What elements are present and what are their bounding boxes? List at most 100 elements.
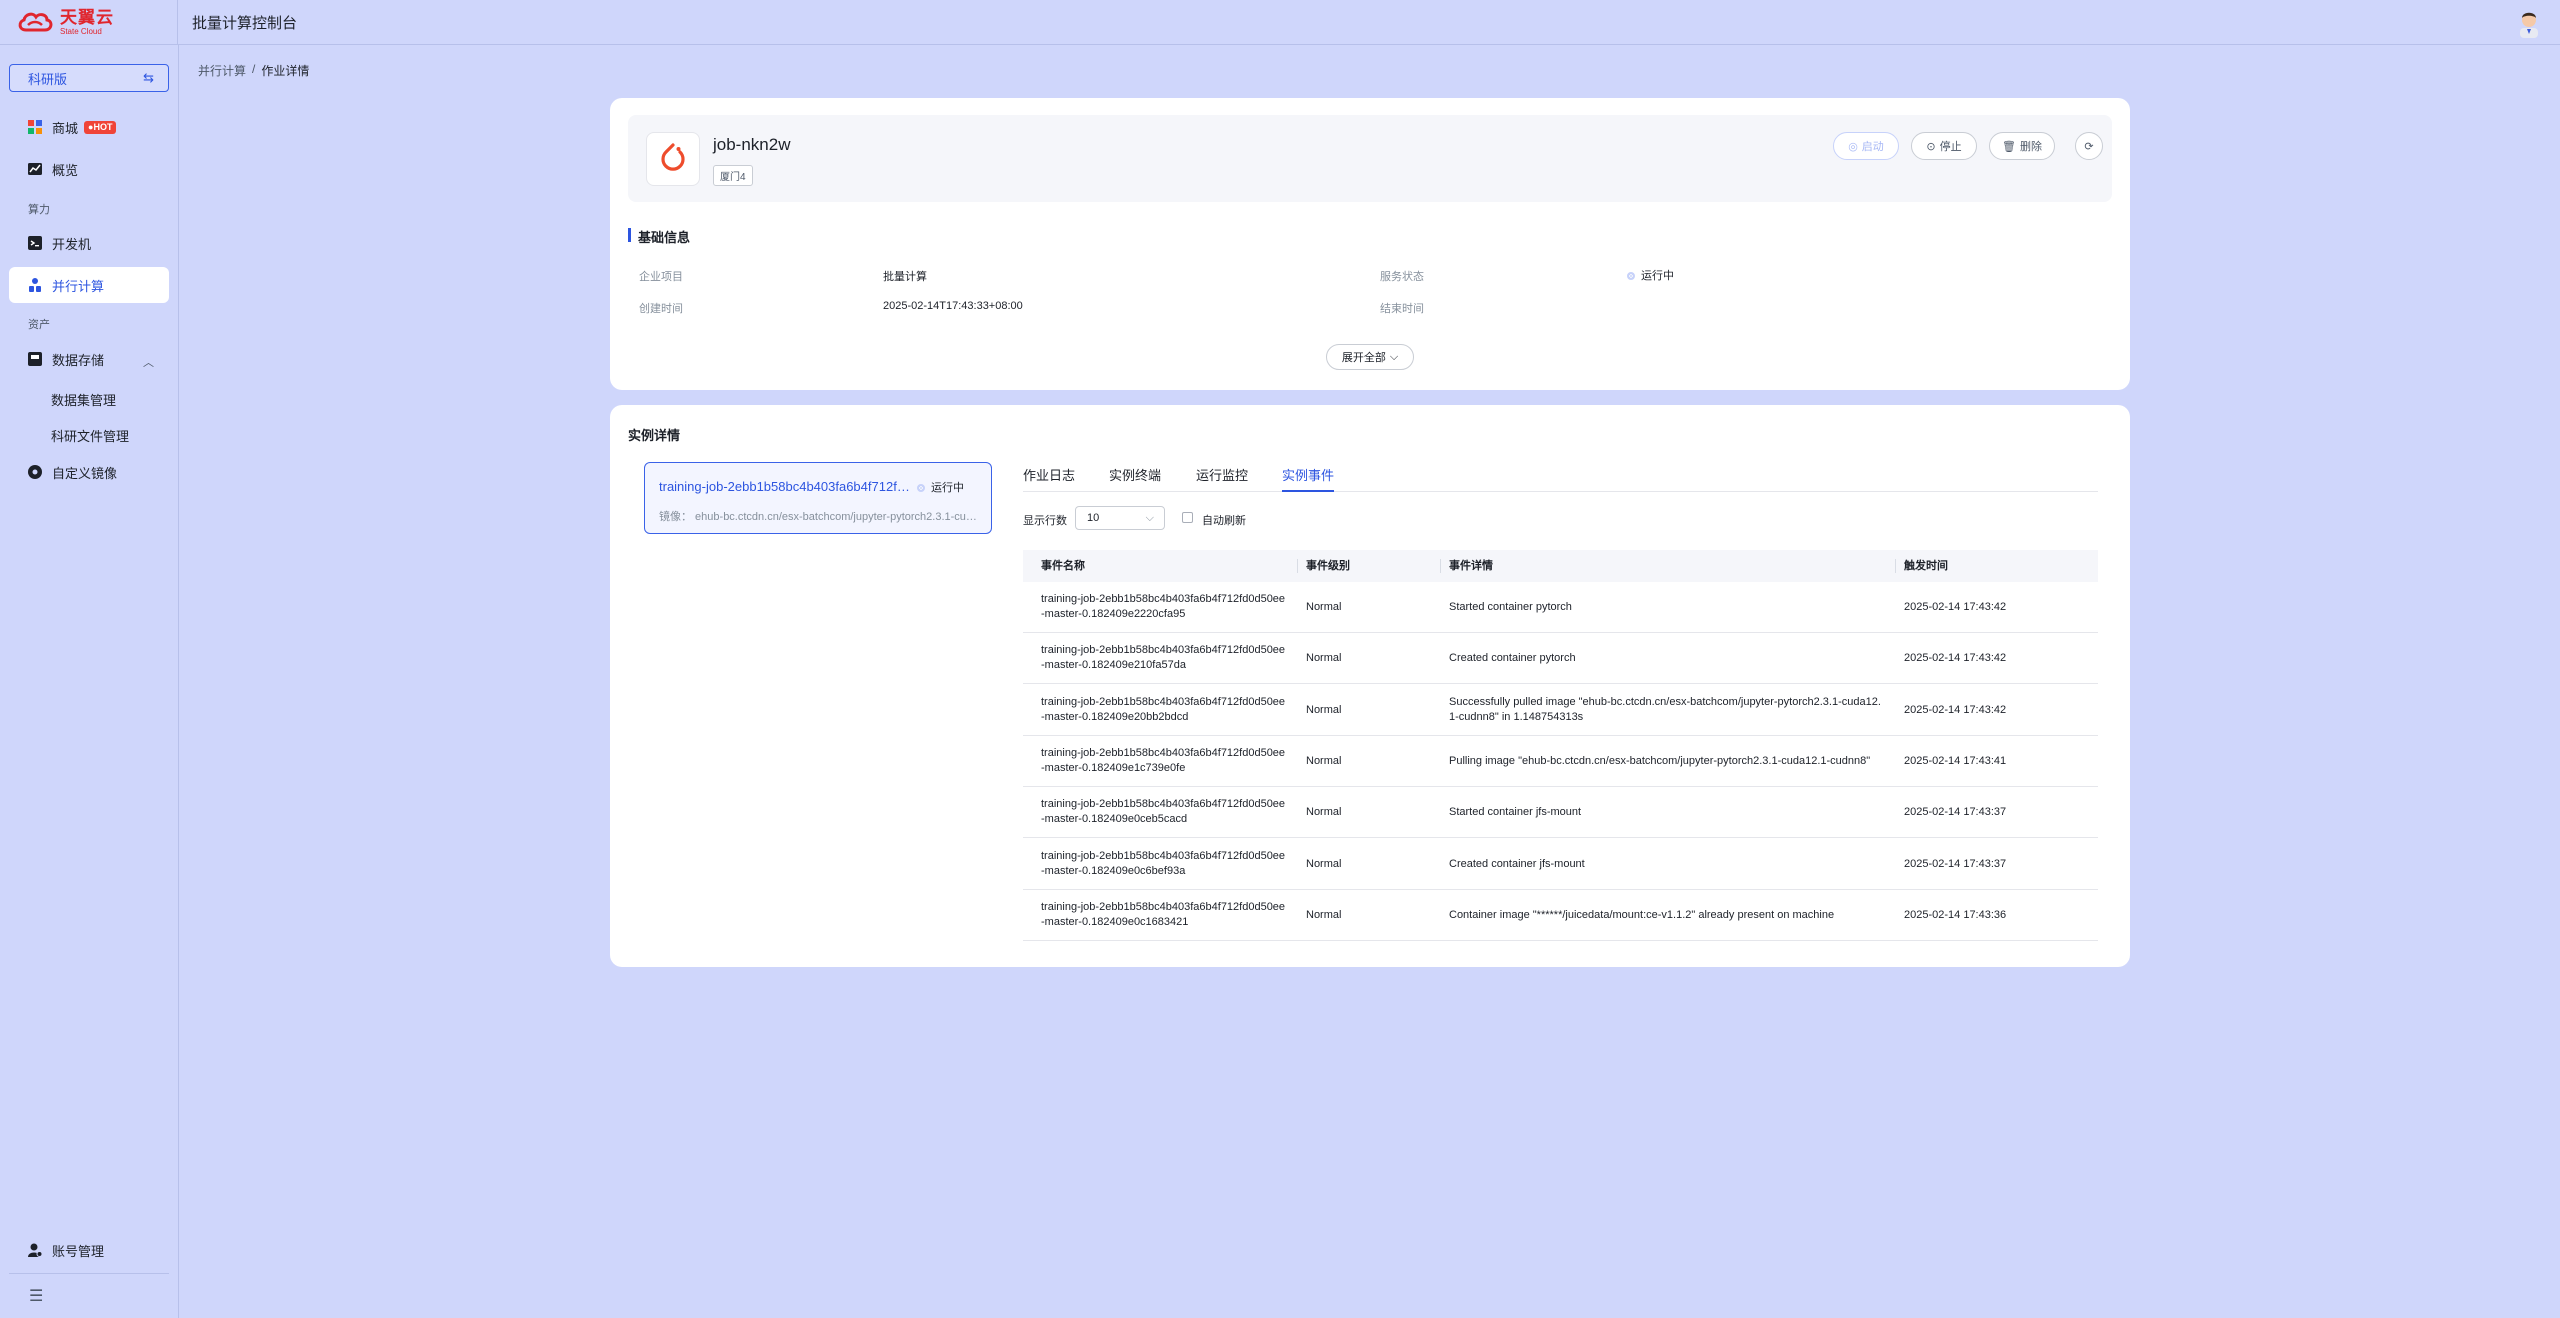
divider	[9, 1273, 169, 1274]
event-level-cell: Normal	[1306, 908, 1342, 921]
event-name-cell: training-job-2ebb1b58bc4b403fa6b4f712fd0…	[1041, 849, 1285, 879]
expand-all-button[interactable]: 展开全部 ⌵	[1326, 344, 1414, 370]
event-detail-line1: Started container jfs-mount	[1449, 806, 1582, 819]
basic-info-title: 基础信息	[628, 227, 690, 246]
delete-button[interactable]: 🗑 删除	[1989, 132, 2055, 160]
event-level-cell: Normal	[1306, 703, 1342, 716]
sidebar-item-research-files[interactable]: 科研文件管理	[51, 426, 129, 445]
event-name-cell: training-job-2ebb1b58bc4b403fa6b4f712fd0…	[1041, 746, 1285, 776]
menu-collapse-icon[interactable]: ☰	[29, 1286, 43, 1306]
event-detail-cell: Container image "******/juicedata/mount:…	[1449, 908, 1834, 923]
instances-title: 实例详情	[628, 428, 681, 443]
sidebar-item-dataset-management[interactable]: 数据集管理	[51, 390, 116, 409]
user-avatar[interactable]	[2514, 8, 2544, 38]
refresh-icon: ⟳	[2084, 140, 2094, 153]
sidebar-item-label: 自定义镜像	[52, 465, 118, 481]
user-settings-icon	[27, 1242, 43, 1258]
column-header-event-name: 事件名称	[1041, 560, 1085, 572]
breadcrumb: 并行计算 / 作业详情	[198, 62, 309, 79]
dev-machine-icon	[27, 235, 43, 251]
rows-label: 显示行数	[1023, 515, 1067, 527]
tab-instance-terminal[interactable]: 实例终端	[1109, 465, 1161, 492]
event-name-line1: training-job-2ebb1b58bc4b403fa6b4f712fd0…	[1041, 849, 1286, 862]
status-dot-icon	[917, 484, 925, 493]
job-header: job-nkn2w 厦门4 ◎ 启动 ⊙ 停止 🗑 删除 ⟳	[628, 115, 2112, 202]
event-level-cell: Normal	[1306, 601, 1342, 613]
sidebar-item-label: 并行计算	[52, 278, 105, 294]
table-row: training-job-2ebb1b58bc4b403fa6b4f712fd0…	[1023, 787, 2098, 839]
tab-job-log[interactable]: 作业日志	[1023, 465, 1075, 492]
start-button[interactable]: ◎ 启动	[1833, 132, 1899, 160]
instance-status: 运行中	[917, 479, 964, 495]
event-detail-cell: Started container pytorch	[1449, 600, 1572, 615]
column-header-trigger-time: 触发时间	[1904, 560, 1948, 572]
event-name-cell: training-job-2ebb1b58bc4b403fa6b4f712fd0…	[1041, 797, 1285, 827]
table-header: 事件名称 事件级别 事件详情 触发时间	[1023, 550, 2098, 582]
project-value: 批量计算	[883, 271, 927, 283]
event-name-line2: -master-0.182409e0c6bef93a	[1041, 864, 1186, 877]
sidebar-item-account[interactable]: 账号管理	[9, 1232, 169, 1268]
breadcrumb-item-current: 作业详情	[261, 64, 310, 78]
logo-text-cn: 天翼云	[60, 7, 114, 27]
event-level-cell: Normal	[1306, 652, 1342, 665]
event-detail-line1: Successfully pulled image "ehub-bc.ctcdn…	[1449, 695, 1881, 708]
tab-instance-events[interactable]: 实例事件	[1282, 465, 1335, 492]
table-row: training-job-2ebb1b58bc4b403fa6b4f712fd0…	[1023, 582, 2098, 633]
sidebar-item-devbox[interactable]: 开发机	[9, 225, 169, 261]
status-label: 服务状态	[1380, 271, 1424, 283]
created-label: 创建时间	[639, 303, 683, 315]
instance-item[interactable]: training-job-2ebb1b58bc4b403fa6b4f712fd0…	[644, 462, 992, 534]
refresh-button[interactable]: ⟳	[2075, 132, 2103, 160]
event-name-cell: training-job-2ebb1b58bc4b403fa6b4f712fd0…	[1041, 695, 1285, 725]
stop-icon: ⊙	[1926, 140, 1936, 153]
sidebar-item-custom-image[interactable]: 自定义镜像	[9, 454, 169, 490]
grid-apps-icon	[27, 119, 43, 135]
status-dot-icon	[1627, 272, 1635, 281]
edition-switch[interactable]: 科研版 ⇆	[9, 64, 169, 92]
event-detail-cell: Successfully pulled image "ehub-bc.ctcdn…	[1449, 695, 1881, 725]
pytorch-logo-icon	[646, 132, 700, 186]
sidebar: 科研版 ⇆ 商城 ●HOT 概览 算力 开发机 并行计算 资产 数据存储 ︿ 数…	[0, 45, 179, 1318]
stop-button[interactable]: ⊙ 停止	[1911, 132, 1977, 160]
storage-icon	[27, 351, 43, 367]
trigger-time-cell: 2025-02-14 17:43:42	[1904, 652, 2007, 665]
event-name-line1: training-job-2ebb1b58bc4b403fa6b4f712fd0…	[1041, 593, 1286, 605]
sidebar-item-label: 商城	[52, 120, 79, 136]
chevron-up-icon[interactable]: ︿	[143, 354, 154, 370]
event-detail-cell: Created container jfs-mount	[1449, 857, 1585, 872]
logo[interactable]: 天翼云 State Cloud	[0, 0, 178, 45]
event-name-line1: training-job-2ebb1b58bc4b403fa6b4f712fd0…	[1041, 644, 1286, 657]
rows-select-value: 10	[1087, 512, 1100, 524]
logo-text-en: State Cloud	[60, 26, 102, 36]
rows-select[interactable]: 10 ⌵	[1075, 506, 1165, 530]
event-name-cell: training-job-2ebb1b58bc4b403fa6b4f712fd0…	[1041, 643, 1285, 673]
sidebar-item-label: 开发机	[52, 236, 92, 252]
image-disc-icon	[27, 464, 43, 480]
sidebar-item-parallel-compute[interactable]: 并行计算	[9, 267, 169, 303]
breadcrumb-separator: /	[252, 62, 256, 76]
trigger-time-cell: 2025-02-14 17:43:41	[1904, 754, 2007, 767]
sidebar-item-store[interactable]: 商城 ●HOT	[9, 109, 169, 145]
region-tag: 厦门4	[713, 165, 753, 186]
trigger-time-cell: 2025-02-14 17:43:37	[1904, 857, 2007, 870]
sidebar-item-overview[interactable]: 概览	[9, 151, 169, 187]
tab-run-monitor[interactable]: 运行监控	[1196, 465, 1248, 492]
edition-label: 科研版	[28, 71, 68, 87]
table-row: training-job-2ebb1b58bc4b403fa6b4f712fd0…	[1023, 890, 2098, 941]
table-row: training-job-2ebb1b58bc4b403fa6b4f712fd0…	[1023, 633, 2098, 685]
event-level-cell: Normal	[1306, 806, 1342, 819]
event-name-cell: training-job-2ebb1b58bc4b403fa6b4f712fd0…	[1041, 900, 1285, 930]
event-detail-cell: Started container jfs-mount	[1449, 805, 1581, 820]
instance-image: 镜像： ehub-bc.ctcdn.cn/esx-batchcom/jupyte…	[659, 511, 981, 523]
event-name-line2: -master-0.182409e2220cfa95	[1041, 608, 1186, 620]
sidebar-item-label: 数据存储	[52, 352, 105, 368]
trigger-time-cell: 2025-02-14 17:43:42	[1904, 601, 2007, 613]
cluster-icon	[27, 277, 43, 293]
top-bar: 天翼云 State Cloud 批量计算控制台	[0, 0, 2560, 45]
trigger-time-cell: 2025-02-14 17:43:37	[1904, 806, 2007, 819]
breadcrumb-item-parallel[interactable]: 并行计算	[198, 62, 246, 79]
auto-refresh-checkbox[interactable]	[1182, 512, 1193, 523]
event-level-cell: Normal	[1306, 754, 1342, 767]
chevron-down-icon: ⌵	[1145, 511, 1154, 524]
ended-label: 结束时间	[1380, 303, 1424, 315]
